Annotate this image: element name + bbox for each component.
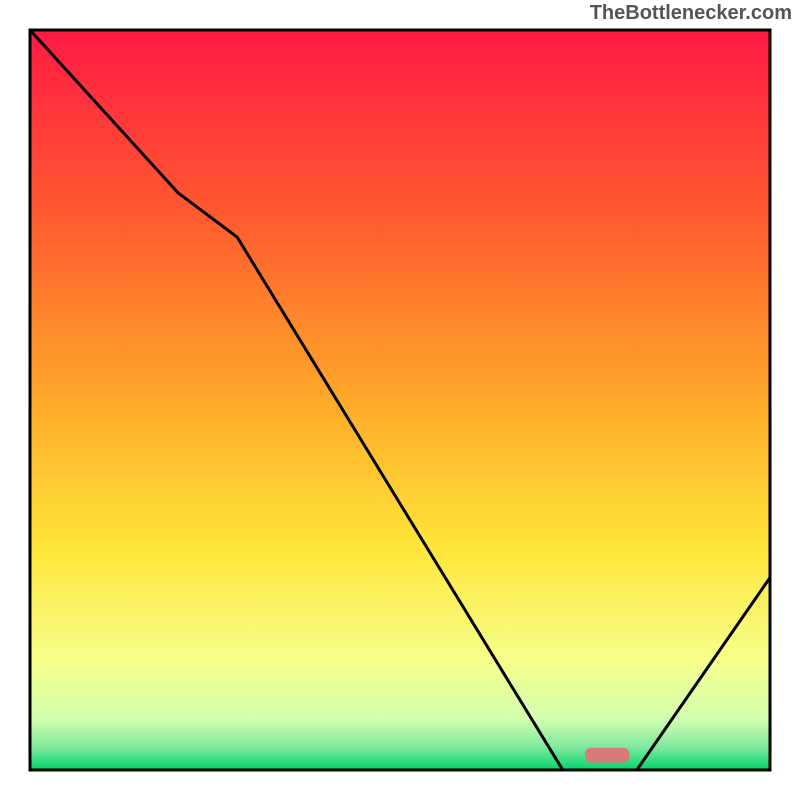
plot-background [30,30,770,770]
watermark-text: TheBottlenecker.com [590,2,792,25]
chart-svg [0,0,800,800]
optimum-marker [585,748,629,763]
chart-container: TheBottlenecker.com [0,0,800,800]
